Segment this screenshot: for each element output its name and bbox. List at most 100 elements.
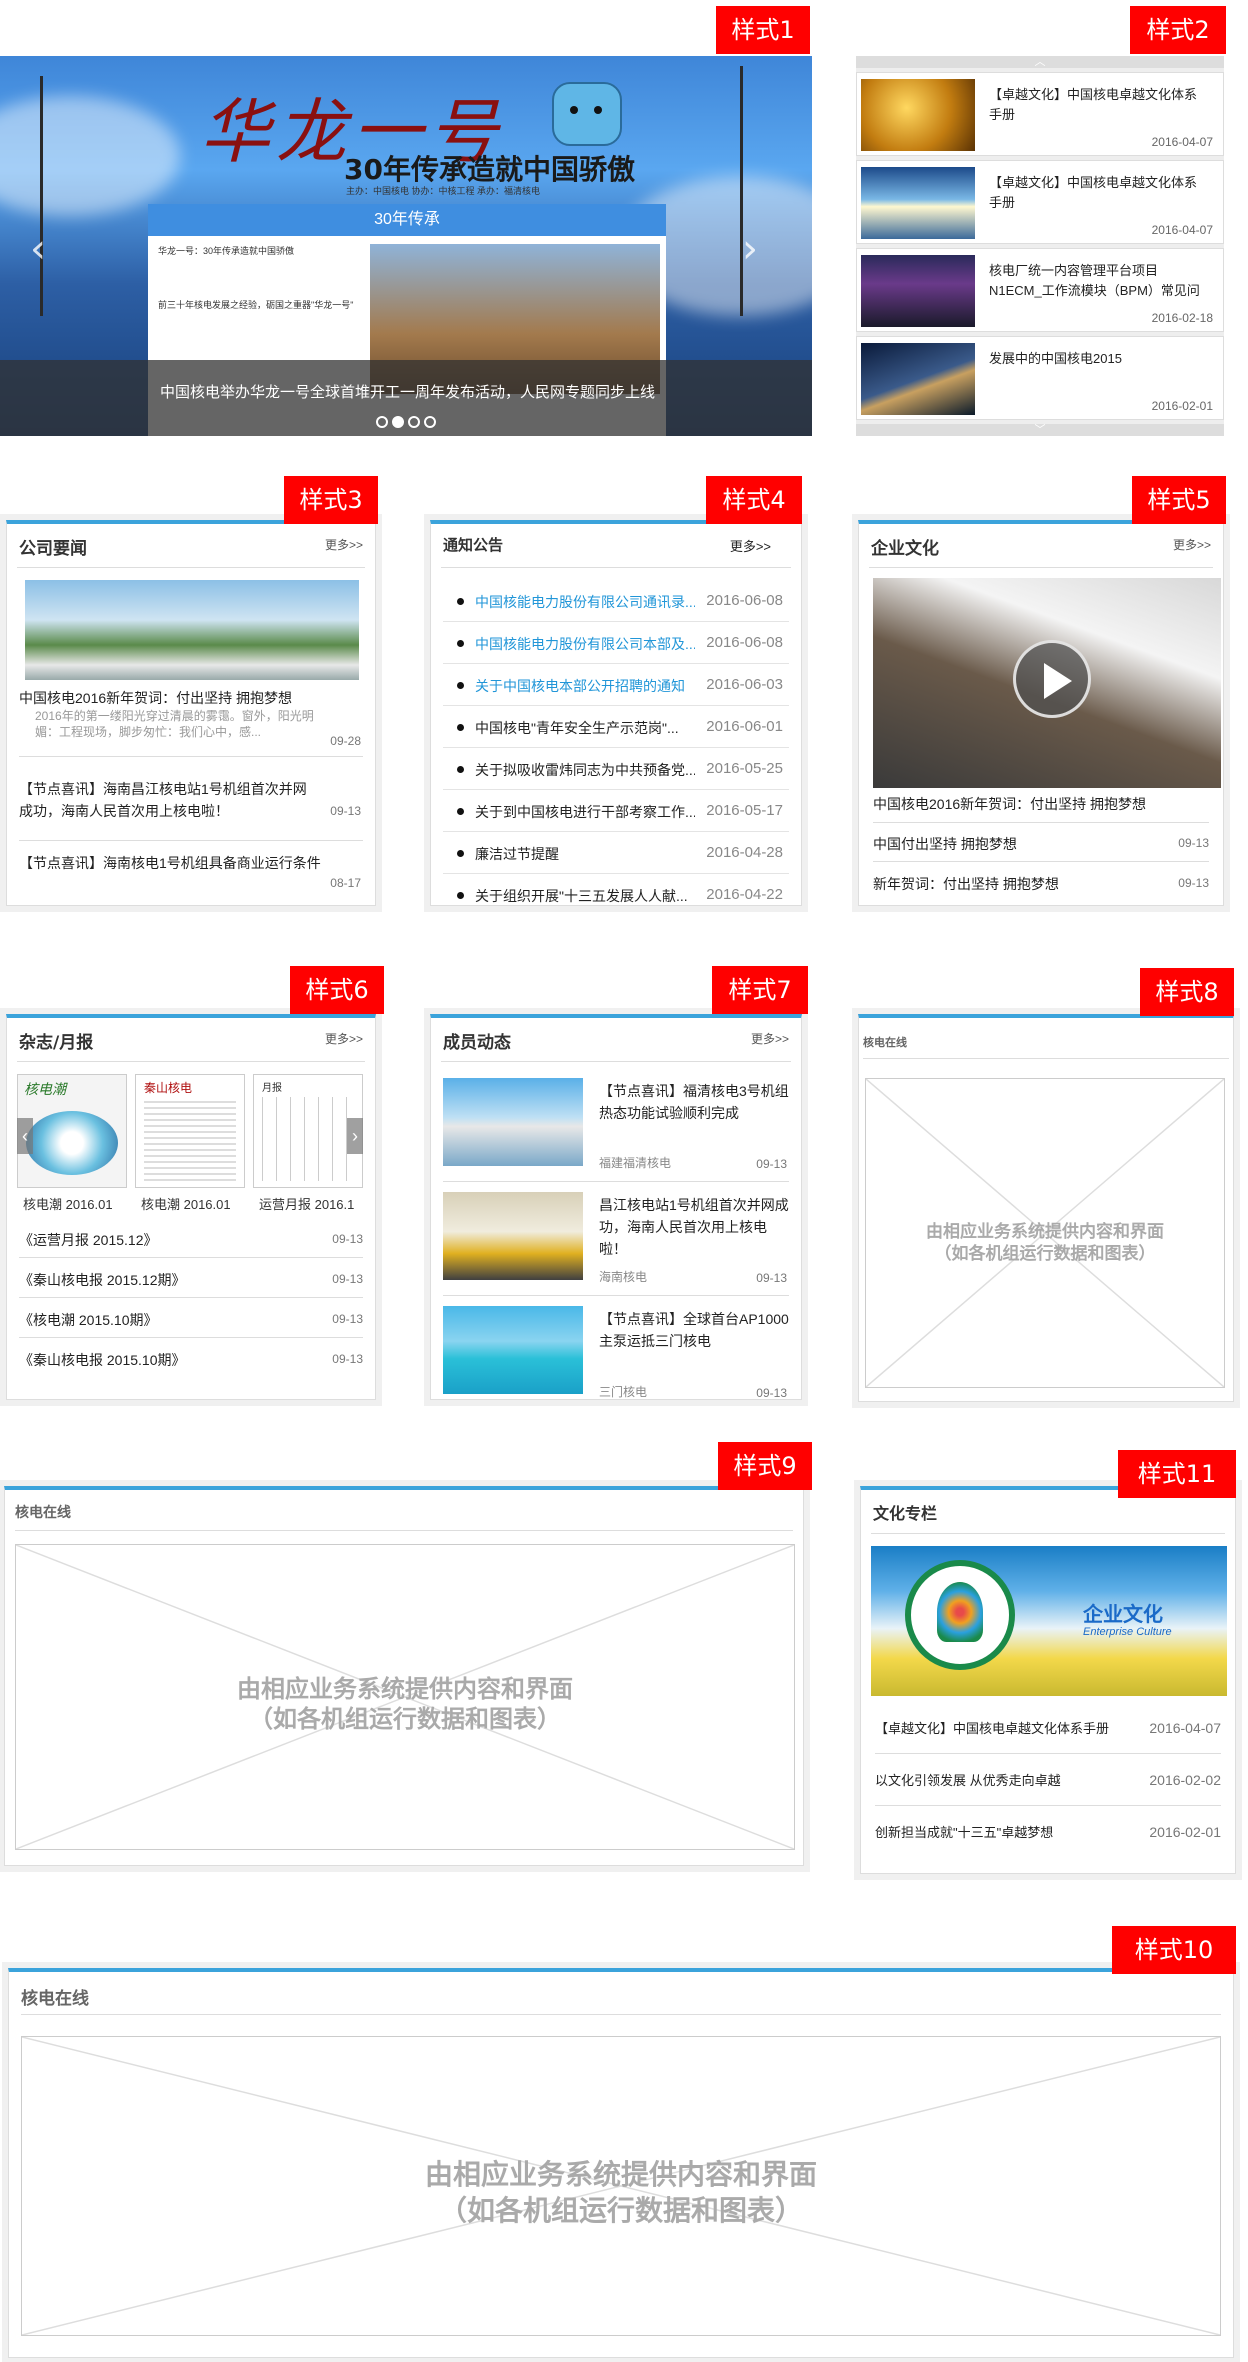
banner-sponsor: 主办：中国核电 协办：中核工程 承办：福清核电	[346, 186, 541, 196]
magazine-cover[interactable]: 核电潮	[17, 1074, 127, 1188]
member-news-source: 三门核电	[599, 1385, 648, 1399]
culture-item[interactable]: 【卓越文化】中国核电卓越文化体系手册 2016-04-07	[875, 1702, 1221, 1754]
news-item-title[interactable]: 【节点喜讯】海南核电1号机组具备商业运行条件	[19, 852, 329, 874]
style-tag-6: 样式6	[290, 966, 384, 1014]
bullet-icon	[457, 724, 464, 731]
banner-card-line: 华龙一号：30年传承造就中国骄傲	[158, 246, 295, 256]
panel-title: 核电在线	[863, 1037, 907, 1049]
style-tag-2: 样式2	[1130, 6, 1226, 54]
crane-decoration	[40, 76, 43, 316]
magazine-item-title: 《秦山核电报 2015.10期》	[19, 1352, 186, 1368]
news-item-date: 08-17	[330, 876, 361, 890]
list-item-date: 09-13	[1178, 836, 1209, 850]
scroll-up-icon[interactable]: ︿	[856, 56, 1224, 68]
list-item[interactable]: 中国付出坚持 拥抱梦想 09-13	[873, 822, 1209, 862]
divider	[19, 756, 363, 757]
list-item[interactable]: 核电厂统一内容管理平台项目N1ECM_工作流模块（BPM）常见问 2016-02…	[856, 248, 1224, 332]
list-item-date: 2016-04-07	[1151, 135, 1213, 149]
notice-title: 中国核能电力股份有限公司本部及...	[475, 636, 695, 652]
company-news-panel: 公司要闻 更多>> 中国核电2016新年贺词：付出坚持 拥抱梦想 2016年的第…	[6, 520, 376, 906]
scroll-down-icon[interactable]: ﹀	[856, 424, 1224, 436]
bullet-icon	[457, 598, 464, 605]
list-item-title: 【卓越文化】中国核电卓越文化体系手册	[989, 175, 1198, 210]
cover-masthead: 月报	[262, 1083, 282, 1094]
next-arrow-icon[interactable]: ›	[347, 1118, 363, 1154]
carousel-dot[interactable]	[424, 416, 436, 428]
prev-arrow-icon[interactable]: ‹	[30, 226, 46, 272]
panel-title: 公司要闻	[19, 539, 87, 559]
banner-caption[interactable]: 中国核电举办华龙一号全球首堆开工一周年发布活动，人民网专题同步上线	[160, 381, 655, 402]
bullet-icon	[457, 682, 464, 689]
divider	[19, 840, 363, 841]
carousel-dot[interactable]	[376, 416, 388, 428]
culture-item-title: 【卓越文化】中国核电卓越文化体系手册	[875, 1721, 1110, 1736]
more-link[interactable]: 更多>>	[751, 1030, 789, 1047]
panel-title: 成员动态	[443, 1033, 511, 1053]
culture-item-date: 2016-04-07	[1149, 1720, 1221, 1736]
notice-date: 2016-06-03	[706, 676, 783, 693]
carousel-dot[interactable]	[408, 416, 420, 428]
video-title[interactable]: 中国核电2016新年贺词：付出坚持 拥抱梦想	[873, 794, 1146, 814]
cover-image	[26, 1111, 118, 1175]
list-item[interactable]: 【卓越文化】中国核电卓越文化体系手册 2016-04-07	[856, 72, 1224, 156]
news-item-title[interactable]: 【节点喜讯】海南昌江核电站1号机组首次并网成功，海南人民首次用上核电啦！	[19, 778, 319, 822]
magazine-item[interactable]: 《秦山核电报 2015.10期》 09-13	[19, 1338, 363, 1378]
culture-logo	[905, 1560, 1015, 1670]
notice-item[interactable]: 关于组织开展"十三五发展人人献... 2016-04-22	[443, 874, 789, 905]
member-news-date: 09-13	[756, 1157, 787, 1171]
notice-item[interactable]: 廉洁过节提醒 2016-04-28	[443, 832, 789, 874]
magazine-item[interactable]: 《运营月报 2015.12》 09-13	[19, 1218, 363, 1258]
notice-title: 中国核能电力股份有限公司通讯录...	[475, 594, 695, 610]
cover-masthead: 核电潮	[24, 1081, 66, 1097]
member-news-item[interactable]: 【节点喜讯】福清核电3号机组热态功能试验顺利完成 福建福清核电 09-13	[443, 1072, 789, 1182]
list-item-title: 【卓越文化】中国核电卓越文化体系手册	[989, 87, 1198, 122]
notice-item[interactable]: 关于到中国核电进行干部考察工作... 2016-05-17	[443, 790, 789, 832]
culture-item-date: 2016-02-01	[1149, 1824, 1221, 1840]
more-link[interactable]: 更多>>	[1173, 536, 1211, 553]
banner-carousel[interactable]: 华龙一号 30年传承造就中国骄傲 主办：中国核电 协办：中核工程 承办：福清核电…	[0, 56, 812, 436]
highway-night-thumbnail	[861, 343, 975, 415]
prev-arrow-icon[interactable]: ‹	[17, 1118, 33, 1154]
bullet-icon	[457, 766, 464, 773]
placeholder-text: （如各机组运行数据和图表）	[934, 1244, 1156, 1264]
notice-item[interactable]: 中国核能电力股份有限公司通讯录... 2016-06-08	[443, 580, 789, 622]
panel-title: 通知公告	[443, 536, 504, 554]
plant-photo[interactable]	[25, 580, 359, 680]
list-item[interactable]: 【卓越文化】中国核电卓越文化体系手册 2016-04-07	[856, 160, 1224, 244]
feature-title[interactable]: 中国核电2016新年贺词：付出坚持 拥抱梦想	[19, 688, 292, 708]
list-item[interactable]: 发展中的中国核电2015 2016-02-01	[856, 336, 1224, 420]
cover-label: 核电潮 2016.01	[23, 1197, 113, 1212]
more-link[interactable]: 更多>>	[325, 536, 363, 553]
play-icon[interactable]	[1013, 640, 1091, 718]
carousel-dot-active[interactable]	[392, 416, 404, 428]
panel-header: 公司要闻 更多>>	[17, 524, 365, 568]
cover-masthead: 秦山核电	[144, 1081, 193, 1095]
member-news-item[interactable]: 【节点喜讯】全球首台AP1000主泵运抵三门核电 三门核电 09-13	[443, 1300, 789, 1399]
magazine-cover[interactable]: 秦山核电	[135, 1074, 245, 1188]
cover-table	[262, 1097, 354, 1181]
magazine-item[interactable]: 《核电潮 2015.10期》 09-13	[19, 1298, 363, 1338]
culture-banner-title: 企业文化	[1083, 1604, 1163, 1626]
list-item[interactable]: 新年贺词：付出坚持 拥抱梦想 09-13	[873, 862, 1209, 902]
notice-item[interactable]: 关于中国核电本部公开招聘的通知 2016-06-03	[443, 664, 789, 706]
panel-header: 成员动态 更多>>	[441, 1018, 791, 1062]
notice-item[interactable]: 中国核电"青年安全生产示范岗"... 2016-06-01	[443, 706, 789, 748]
cloud-decoration	[0, 96, 180, 216]
culture-banner-image[interactable]: 企业文化 Enterprise Culture	[871, 1546, 1227, 1696]
tree-icon	[937, 1582, 983, 1642]
notice-date: 2016-06-08	[706, 592, 783, 609]
member-news-item[interactable]: 昌江核电站1号机组首次并网成功，海南人民首次用上核电啦！ 海南核电 09-13	[443, 1186, 789, 1296]
culture-video-panel: 企业文化 更多>> 中国核电2016新年贺词：付出坚持 拥抱梦想 中国付出坚持 …	[858, 520, 1224, 906]
culture-item[interactable]: 创新担当成就"十三五"卓越梦想 2016-02-01	[875, 1806, 1221, 1858]
style-tag-4: 样式4	[706, 476, 802, 524]
cover-text-lines	[144, 1101, 236, 1181]
culture-item[interactable]: 以文化引领发展 从优秀走向卓越 2016-02-02	[875, 1754, 1221, 1806]
more-link[interactable]: 更多>>	[730, 536, 771, 555]
notice-item[interactable]: 关于拟吸收雷炜同志为中共预备党... 2016-05-25	[443, 748, 789, 790]
magazine-item[interactable]: 《秦山核电报 2015.12期》 09-13	[19, 1258, 363, 1298]
notice-item[interactable]: 中国核能电力股份有限公司本部及... 2016-06-08	[443, 622, 789, 664]
next-arrow-icon[interactable]: ›	[742, 226, 758, 272]
panel-title: 文化专栏	[873, 1504, 938, 1523]
video-thumbnail[interactable]	[873, 578, 1221, 788]
more-link[interactable]: 更多>>	[325, 1030, 363, 1047]
